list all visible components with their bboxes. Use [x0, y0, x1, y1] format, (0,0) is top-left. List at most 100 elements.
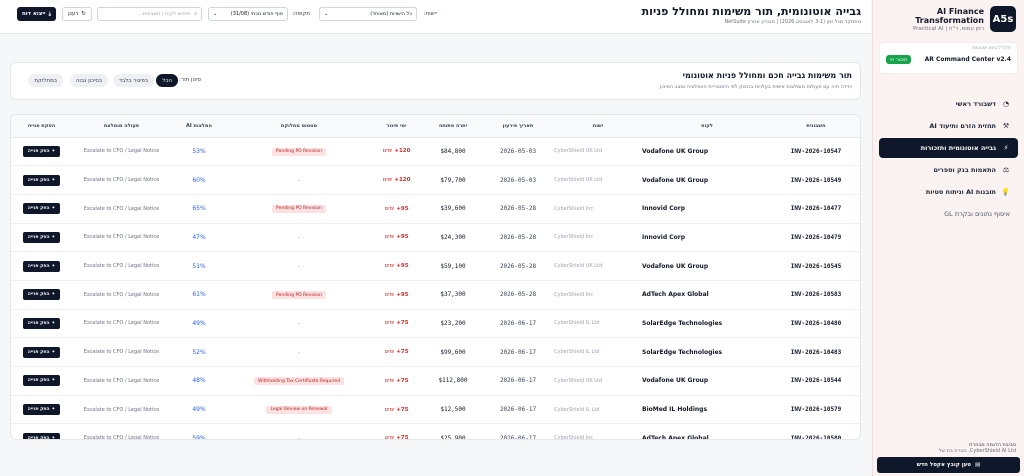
- table-row[interactable]: INV-2026-10580 AdTech Apex Global CyberS…: [11, 424, 860, 440]
- invoice-number[interactable]: INV-2026-10583: [772, 280, 860, 309]
- sidebar-item-1[interactable]: ⚒ תחזית הזרם ותיעוד AI: [879, 116, 1018, 136]
- days-value: 95+: [396, 263, 409, 270]
- upload-excel-button[interactable]: ▤ טען קובץ אקסל חדש: [877, 457, 1020, 473]
- table-row[interactable]: INV-2026-10583 AdTech Apex Global CyberS…: [11, 280, 860, 310]
- invoice-number[interactable]: INV-2026-10547: [772, 137, 860, 166]
- invoice-number[interactable]: INV-2026-10579: [772, 395, 860, 424]
- sidebar-item-4[interactable]: 💡 תובנות AI וניתוח סטיות: [879, 182, 1018, 202]
- entity-name: CyberShield Inc: [554, 435, 594, 440]
- table-row[interactable]: INV-2026-10483 SolarEdge Technologies Cy…: [11, 338, 860, 367]
- invoice-number[interactable]: INV-2026-10545: [772, 252, 860, 281]
- table-row[interactable]: INV-2026-10477 Innovid Corp CyberShield …: [11, 194, 860, 224]
- th-ai-reco[interactable]: המלצות AI: [169, 115, 229, 137]
- generate-request-button[interactable]: ✦ הפק פנייה: [22, 203, 61, 215]
- invoice-number[interactable]: INV-2026-10480: [772, 309, 860, 338]
- chip-high-risk[interactable]: בסיכון גבוה: [69, 74, 108, 87]
- th-recommended-action[interactable]: פעולה מומלצת: [74, 115, 169, 137]
- generate-request-button[interactable]: ✦ הפק פנייה: [22, 260, 61, 272]
- generate-request-button[interactable]: ✦ הפק פנייה: [22, 145, 61, 157]
- search-icon: ⌕: [194, 11, 197, 17]
- sidebar-item-5[interactable]: איסוף נתונים ובקרת GL: [879, 204, 1018, 224]
- refresh-button[interactable]: ↻ רענן: [62, 7, 92, 21]
- sidebar-item-3[interactable]: ⚖ התאמות בנק וספרים: [879, 160, 1018, 180]
- queue-card: תור משימות גבייה חכם ומחולל פניות אוטונו…: [10, 62, 861, 100]
- th-dispute-status[interactable]: סטטוס מחלוקת: [229, 115, 369, 137]
- table-row[interactable]: INV-2026-10544 Vodafone UK Group CyberSh…: [11, 367, 860, 396]
- days-overdue: 75+ימים: [369, 309, 424, 338]
- invoice-number[interactable]: INV-2026-10580: [772, 424, 860, 439]
- dispute-badge: Pending PO Revision: [272, 291, 326, 300]
- days-unit: ימים: [384, 205, 395, 212]
- invoice-number[interactable]: INV-2026-10477: [772, 194, 860, 223]
- invoice-number[interactable]: INV-2026-10544: [772, 367, 860, 396]
- generate-request-button[interactable]: ✦ הפק פנייה: [22, 174, 61, 186]
- table-row[interactable]: INV-2026-10480 SolarEdge Technologies Cy…: [11, 309, 860, 338]
- due-date: 2026-06-17: [499, 434, 537, 440]
- th-balance[interactable]: יתרה פתוחה: [424, 115, 482, 137]
- th-days-overdue[interactable]: ימי פיגור: [369, 115, 424, 137]
- generate-request-button[interactable]: ✦ הפק פנייה: [22, 231, 61, 243]
- generate-cell: ✦ הפק פנייה: [11, 137, 74, 166]
- due-date: 2026-05-03: [499, 176, 537, 184]
- sidebar-item-2[interactable]: ⚡ גבייה אוטונומית ותזכורות: [879, 138, 1018, 158]
- days-overdue: 95+ימים: [369, 194, 424, 223]
- invoice-number[interactable]: INV-2026-10483: [772, 338, 860, 367]
- queue-filter-label: סינון תור:: [179, 77, 201, 83]
- chip-disputed[interactable]: במחלוקת: [28, 74, 63, 87]
- chip-all[interactable]: הכל: [156, 74, 178, 87]
- export-label: ייצוא דוח: [22, 11, 46, 17]
- magic-wand-icon: ✦: [51, 407, 56, 413]
- entity-name: CyberShield UK Ltd: [554, 377, 603, 384]
- generate-label: הפק פנייה: [27, 407, 50, 413]
- generate-request-button[interactable]: ✦ הפק פנייה: [22, 432, 61, 440]
- sidebar-item-0[interactable]: ◔ דשבורד ראשי: [879, 94, 1018, 114]
- generate-request-button[interactable]: ✦ הפק פנייה: [22, 289, 61, 301]
- entity-name: CyberShield IL Ltd: [554, 406, 600, 413]
- chip-overdue[interactable]: בפיגור בלבד: [113, 74, 154, 87]
- magic-wand-icon: ✦: [51, 206, 56, 212]
- invoice-number[interactable]: INV-2026-10479: [772, 223, 860, 252]
- chevron-down-icon: ⌄: [213, 11, 218, 17]
- table-row[interactable]: INV-2026-10479 Innovid Corp CyberShield …: [11, 223, 860, 252]
- search-box[interactable]: ⌕ חיפוש לקוח / חשבונית...: [97, 7, 202, 21]
- dispute-badge: Legal Review on Renewal: [266, 405, 332, 414]
- generate-cell: ✦ הפק פנייה: [11, 223, 74, 252]
- entity-select[interactable]: כל הישויות (מאוחד) ⌄: [319, 7, 417, 21]
- generate-label: הפק פנייה: [27, 435, 50, 440]
- sidebar-item-label: גבייה אוטונומית ותזכורות: [920, 144, 996, 152]
- magic-wand-icon: ✦: [51, 234, 56, 240]
- generate-request-button[interactable]: ✦ הפק פנייה: [22, 404, 61, 416]
- period-select[interactable]: סוף חודש נוכחי (31/08) ⌄: [208, 7, 288, 21]
- th-generate[interactable]: הפקת פנייה: [11, 115, 74, 137]
- dispute-cell: -: [229, 338, 369, 367]
- invoice-number[interactable]: INV-2026-10549: [772, 166, 860, 195]
- entity-label: יישות:: [423, 11, 437, 17]
- days-overdue: 95+ימים: [369, 223, 424, 252]
- th-invoice[interactable]: חשבונית: [772, 115, 860, 137]
- dispute-badge: Withholding Tax Certificate Required: [253, 377, 344, 386]
- ai-reco: 61%: [192, 291, 206, 299]
- sidebar-nav: ◔ דשבורד ראשי ⚒ תחזית הזרם ותיעוד AI ⚡ גבייה …: [873, 94, 1024, 224]
- generate-request-button[interactable]: ✦ הפק פנייה: [22, 346, 61, 358]
- queue-subtitle: יחידה חיה עם פעולות מומלצות אישית בעלויו…: [659, 84, 852, 90]
- generate-request-button[interactable]: ✦ הפק פנייה: [22, 317, 61, 329]
- th-client[interactable]: לקוח: [642, 115, 772, 137]
- table-header-row: חשבונית לקוח ישות תאריך פירעון יתרה פתוח…: [11, 115, 860, 137]
- export-report-button[interactable]: ⤓ ייצוא דוח: [17, 7, 56, 21]
- generate-request-button[interactable]: ✦ הפק פנייה: [22, 375, 61, 387]
- days-overdue: 95+ימים: [369, 280, 424, 309]
- dispute-cell: -: [229, 223, 369, 252]
- table-row[interactable]: INV-2026-10579 BioMed IL Holdings CyberS…: [11, 395, 860, 424]
- th-due-date[interactable]: תאריך פירעון: [482, 115, 554, 137]
- table-row[interactable]: INV-2026-10549 Vodafone UK Group CyberSh…: [11, 166, 860, 195]
- table-row[interactable]: INV-2026-10545 Vodafone UK Group CyberSh…: [11, 252, 860, 281]
- table-row[interactable]: INV-2026-10547 Vodafone UK Group CyberSh…: [11, 137, 860, 166]
- th-entity[interactable]: ישות: [554, 115, 642, 137]
- days-value: 120+: [394, 177, 411, 184]
- generate-label: הפק פנייה: [27, 378, 50, 384]
- due-date: 2026-06-17: [499, 377, 537, 385]
- generate-label: הפק פנייה: [27, 177, 50, 183]
- generate-cell: ✦ הפק פנייה: [11, 395, 74, 424]
- page-subtitle: מתמקד מגל זמן (3-1 לאוגוסט 2026) | סנכרו…: [724, 19, 861, 25]
- file-icon: ▤: [975, 462, 981, 468]
